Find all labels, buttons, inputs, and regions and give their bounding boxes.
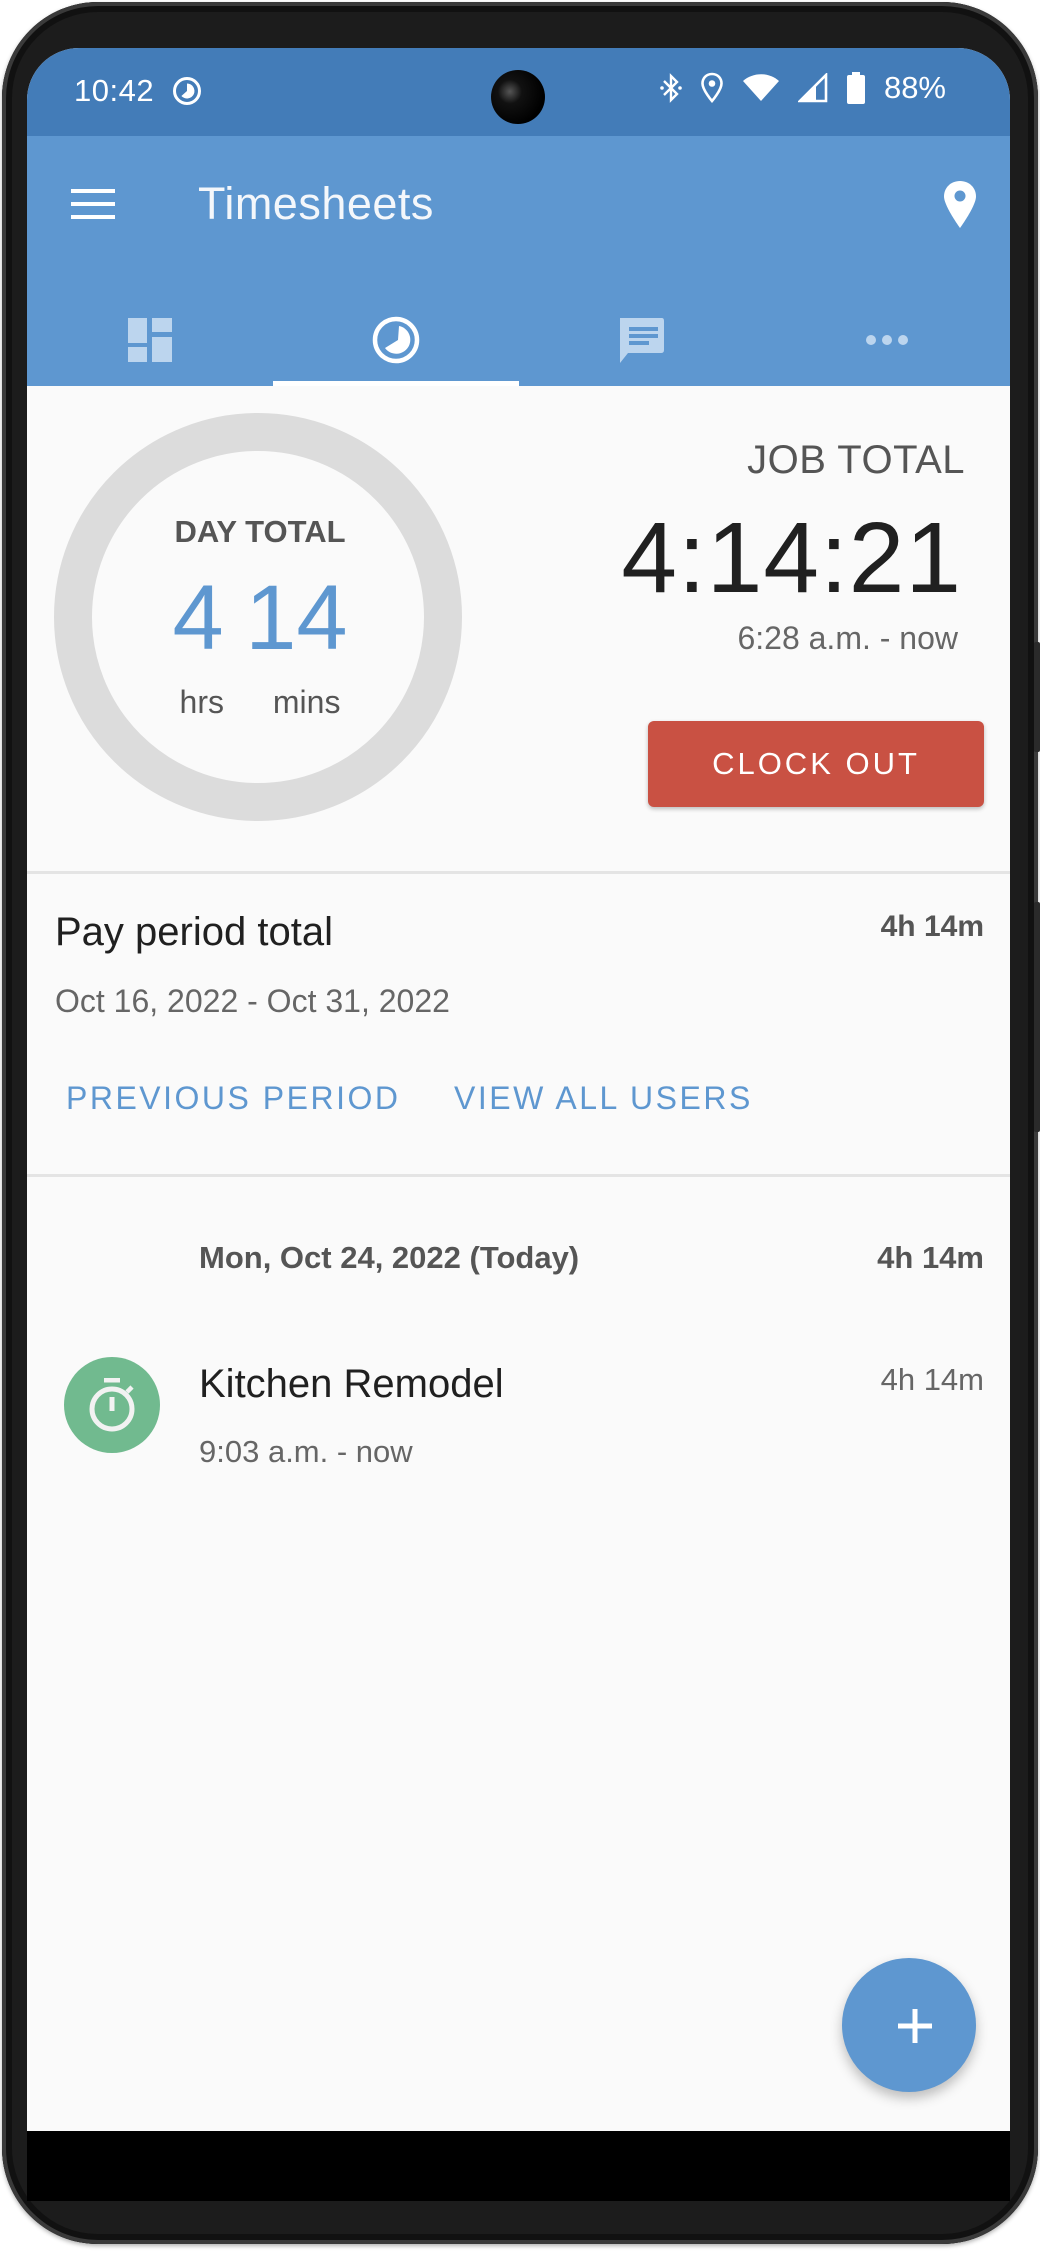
status-time: 10:42	[74, 73, 155, 108]
entry-time-range: 9:03 a.m. - now	[199, 1434, 413, 1469]
previous-period-button[interactable]: PREVIOUS PERIOD	[66, 1080, 400, 1117]
more-icon	[866, 335, 909, 345]
location-pin-icon	[944, 181, 976, 228]
menu-button[interactable]	[63, 176, 123, 236]
pay-period-range: Oct 16, 2022 - Oct 31, 2022	[55, 983, 450, 1019]
divider	[27, 871, 1010, 874]
location-icon	[701, 72, 723, 103]
tab-timesheets[interactable]	[272, 294, 519, 386]
bluetooth-icon	[660, 73, 682, 103]
day-total-value: 4 14	[55, 566, 465, 671]
day-total-units: hrs mins	[55, 684, 465, 721]
phone-side-button	[1034, 642, 1040, 752]
phone-volume-button	[1034, 902, 1040, 1132]
front-camera	[491, 70, 545, 124]
tab-messages[interactable]	[519, 294, 765, 386]
entry-icon-badge	[64, 1357, 160, 1453]
add-entry-button[interactable]	[842, 1958, 976, 2092]
pay-period-title: Pay period total	[55, 910, 333, 954]
day-header-total: 4h 14m	[877, 1240, 984, 1275]
app-title: Timesheets	[198, 178, 434, 229]
clock-out-button[interactable]: CLOCK OUT	[648, 721, 984, 807]
dashboard-icon	[127, 318, 172, 362]
tab-dashboard[interactable]	[27, 294, 273, 386]
job-total-label: JOB TOTAL	[747, 438, 965, 482]
day-total-hours: 4	[172, 567, 224, 669]
menu-icon	[71, 189, 115, 193]
data-saver-icon	[173, 77, 201, 105]
wifi-icon	[742, 74, 779, 101]
status-icons: 88%	[660, 70, 946, 106]
screen: 10:42 88% Timesheets DAY TOTAL 4 14 hrs …	[27, 48, 1010, 2132]
entry-title: Kitchen Remodel	[199, 1362, 504, 1406]
app-bar: Timesheets	[27, 136, 1010, 386]
divider	[27, 1174, 1010, 1177]
chat-icon	[620, 318, 665, 363]
plus-icon	[898, 2009, 932, 2043]
time-entry[interactable]: Kitchen Remodel 9:03 a.m. - now 4h 14m	[27, 1348, 1010, 1498]
minutes-unit: mins	[272, 684, 341, 720]
day-total-minutes: 14	[245, 567, 348, 669]
location-button[interactable]	[930, 174, 990, 234]
entry-total: 4h 14m	[880, 1362, 984, 1397]
status-bar: 10:42 88%	[27, 48, 1010, 136]
tab-more[interactable]	[764, 294, 1010, 386]
view-all-users-button[interactable]: VIEW ALL USERS	[454, 1080, 753, 1117]
tab-bar	[27, 294, 1010, 386]
day-total-label: DAY TOTAL	[174, 514, 346, 549]
cell-signal-icon	[797, 73, 828, 103]
job-total-value: 4:14:21	[621, 502, 962, 614]
stopwatch-icon	[89, 1378, 135, 1432]
battery-percent: 88%	[883, 70, 946, 105]
clock-icon	[372, 316, 419, 364]
pay-period-total: 4h 14m	[880, 910, 984, 943]
hours-unit: hrs	[179, 684, 224, 720]
system-nav-area	[27, 2131, 1010, 2201]
battery-icon	[846, 72, 865, 104]
job-total-range: 6:28 a.m. - now	[737, 620, 958, 656]
day-header-date: Mon, Oct 24, 2022 (Today)	[199, 1240, 580, 1275]
